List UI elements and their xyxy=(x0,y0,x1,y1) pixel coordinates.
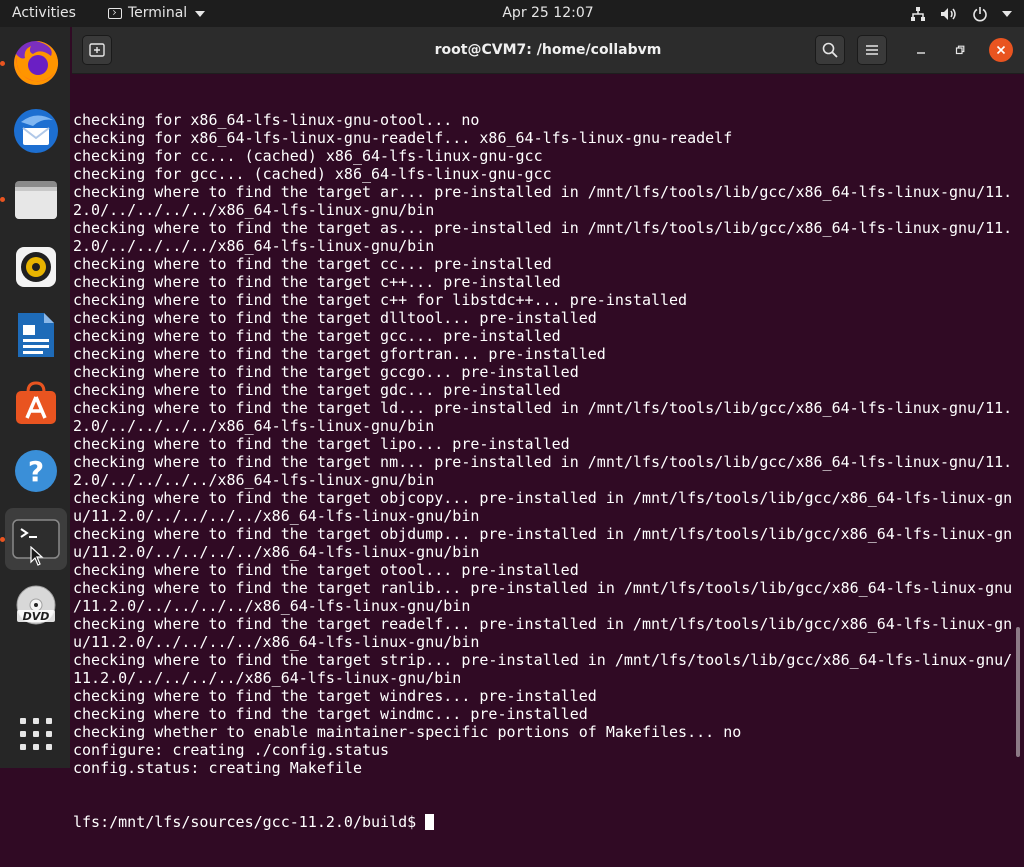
terminal-line: 2.0/../../../../x86_64-lfs-linux-gnu/bin xyxy=(73,237,435,255)
hamburger-menu-icon xyxy=(866,45,878,55)
terminal-line: checking where to find the target c++ fo… xyxy=(73,291,688,309)
dvd-icon: DVD xyxy=(16,585,56,625)
files-icon xyxy=(15,181,57,219)
terminal-line: checking where to find the target otool.… xyxy=(73,561,579,579)
dock-thunderbird[interactable] xyxy=(5,100,67,162)
terminal-line: u/11.2.0/../../../../x86_64-lfs-linux-gn… xyxy=(73,633,480,651)
terminal-scrollbar[interactable] xyxy=(1016,627,1020,757)
show-apps-button[interactable] xyxy=(5,703,67,765)
svg-text:?: ? xyxy=(28,455,44,488)
terminal-window: root@CVM7: /home/collabvm checking for x… xyxy=(72,27,1024,831)
app-menu-label: Terminal xyxy=(128,5,188,21)
terminal-line: checking for cc... (cached) x86_64-lfs-l… xyxy=(73,147,543,165)
terminal-line: checking where to find the target readel… xyxy=(73,615,1013,633)
terminal-line: /11.2.0/../../../../x86_64-lfs-linux-gnu… xyxy=(73,597,471,615)
terminal-line: checking where to find the target windre… xyxy=(73,687,597,705)
terminal-line: configure: creating ./config.status xyxy=(73,741,390,759)
terminal-line: config.status: creating Makefile xyxy=(73,759,362,777)
power-icon xyxy=(973,6,987,21)
dock-libreoffice-writer[interactable] xyxy=(5,304,67,366)
new-tab-icon xyxy=(89,43,105,57)
dock-files[interactable] xyxy=(5,168,67,230)
show-apps-icon xyxy=(20,718,52,750)
terminal-line: checking where to find the target ar... … xyxy=(73,183,1013,201)
terminal-line: checking where to find the target strip.… xyxy=(73,651,1013,669)
clock[interactable]: Apr 25 12:07 xyxy=(502,5,593,21)
prompt-line: lfs:/mnt/lfs/sources/gcc-11.2.0/build$ xyxy=(73,813,1012,831)
dvd-label: DVD xyxy=(23,610,50,623)
new-tab-button[interactable] xyxy=(82,35,112,65)
dock-rhythmbox[interactable] xyxy=(5,236,67,298)
terminal-line: 2.0/../../../../x86_64-lfs-linux-gnu/bin xyxy=(73,417,435,435)
chevron-down-icon xyxy=(1002,10,1012,17)
firefox-icon xyxy=(14,40,59,85)
minimize-icon xyxy=(917,52,925,54)
thunderbird-icon xyxy=(14,109,58,153)
software-center-icon xyxy=(16,381,56,424)
close-button[interactable] xyxy=(989,38,1013,62)
terminal-line: checking where to find the target lipo..… xyxy=(73,435,570,453)
terminal-line: checking where to find the target objcop… xyxy=(73,489,1013,507)
search-icon xyxy=(822,42,838,58)
network-icon xyxy=(911,6,925,21)
close-icon xyxy=(996,45,1006,55)
caret-down-icon xyxy=(195,10,206,17)
rhythmbox-icon xyxy=(16,247,56,287)
terminal-line: checking for x86_64-lfs-linux-gnu-otool.… xyxy=(73,111,480,129)
activities-button[interactable]: Activities xyxy=(12,0,76,27)
search-button[interactable] xyxy=(815,35,845,65)
terminal-line: checking for gcc... (cached) x86_64-lfs-… xyxy=(73,165,552,183)
app-menu[interactable]: Terminal xyxy=(108,0,206,27)
terminal-line: checking where to find the target gfortr… xyxy=(73,345,606,363)
top-bar: Activities Terminal Apr 25 12:07 xyxy=(0,0,1024,27)
terminal-output[interactable]: checking for x86_64-lfs-linux-gnu-otool.… xyxy=(72,74,1012,831)
shell-prompt: lfs:/mnt/lfs/sources/gcc-11.2.0/build$ xyxy=(73,813,417,831)
text-cursor xyxy=(425,814,435,830)
dock-terminal[interactable] xyxy=(5,508,67,570)
terminal-line: 11.2.0/../../../../x86_64-lfs-linux-gnu/… xyxy=(73,669,462,687)
terminal-line: checking where to find the target windmc… xyxy=(73,705,588,723)
dock-software-center[interactable] xyxy=(5,372,67,434)
dock-dvd[interactable]: DVD xyxy=(5,576,67,638)
terminal-line: checking where to find the target ranlib… xyxy=(73,579,1013,597)
maximize-button[interactable] xyxy=(948,38,972,62)
terminal-line: checking where to find the target as... … xyxy=(73,219,1013,237)
minimize-button[interactable] xyxy=(909,38,933,62)
libreoffice-writer-icon xyxy=(18,313,54,357)
terminal-line: checking where to find the target gdc...… xyxy=(73,381,561,399)
terminal-line: 2.0/../../../../x86_64-lfs-linux-gnu/bin xyxy=(73,201,435,219)
terminal-line: checking for x86_64-lfs-linux-gnu-readel… xyxy=(73,129,733,147)
restore-icon xyxy=(955,45,965,55)
terminal-line: checking whether to enable maintainer-sp… xyxy=(73,723,742,741)
terminal-line: checking where to find the target objdum… xyxy=(73,525,1013,543)
mouse-pointer-icon xyxy=(30,546,44,566)
terminal-line: 2.0/../../../../x86_64-lfs-linux-gnu/bin xyxy=(73,471,435,489)
terminal-line: checking where to find the target c++...… xyxy=(73,273,561,291)
terminal-line: checking where to find the target ld... … xyxy=(73,399,1013,417)
system-status-area[interactable] xyxy=(910,0,1012,27)
window-header-bar[interactable]: root@CVM7: /home/collabvm xyxy=(72,27,1024,74)
terminal-app-icon xyxy=(108,8,122,19)
volume-icon xyxy=(941,7,956,20)
terminal-lines: checking for x86_64-lfs-linux-gnu-otool.… xyxy=(73,111,1012,777)
terminal-line: checking where to find the target dlltoo… xyxy=(73,309,597,327)
dock: ? DVD xyxy=(0,27,70,768)
dock-firefox[interactable] xyxy=(5,32,67,94)
dock-help[interactable]: ? xyxy=(5,440,67,502)
terminal-line: checking where to find the target gccgo.… xyxy=(73,363,579,381)
terminal-line: u/11.2.0/../../../../x86_64-lfs-linux-gn… xyxy=(73,543,480,561)
terminal-line: checking where to find the target nm... … xyxy=(73,453,1013,471)
terminal-line: checking where to find the target gcc...… xyxy=(73,327,561,345)
help-icon: ? xyxy=(15,450,57,492)
terminal-line: u/11.2.0/../../../../x86_64-lfs-linux-gn… xyxy=(73,507,480,525)
terminal-line: checking where to find the target cc... … xyxy=(73,255,552,273)
menu-button[interactable] xyxy=(857,35,887,65)
